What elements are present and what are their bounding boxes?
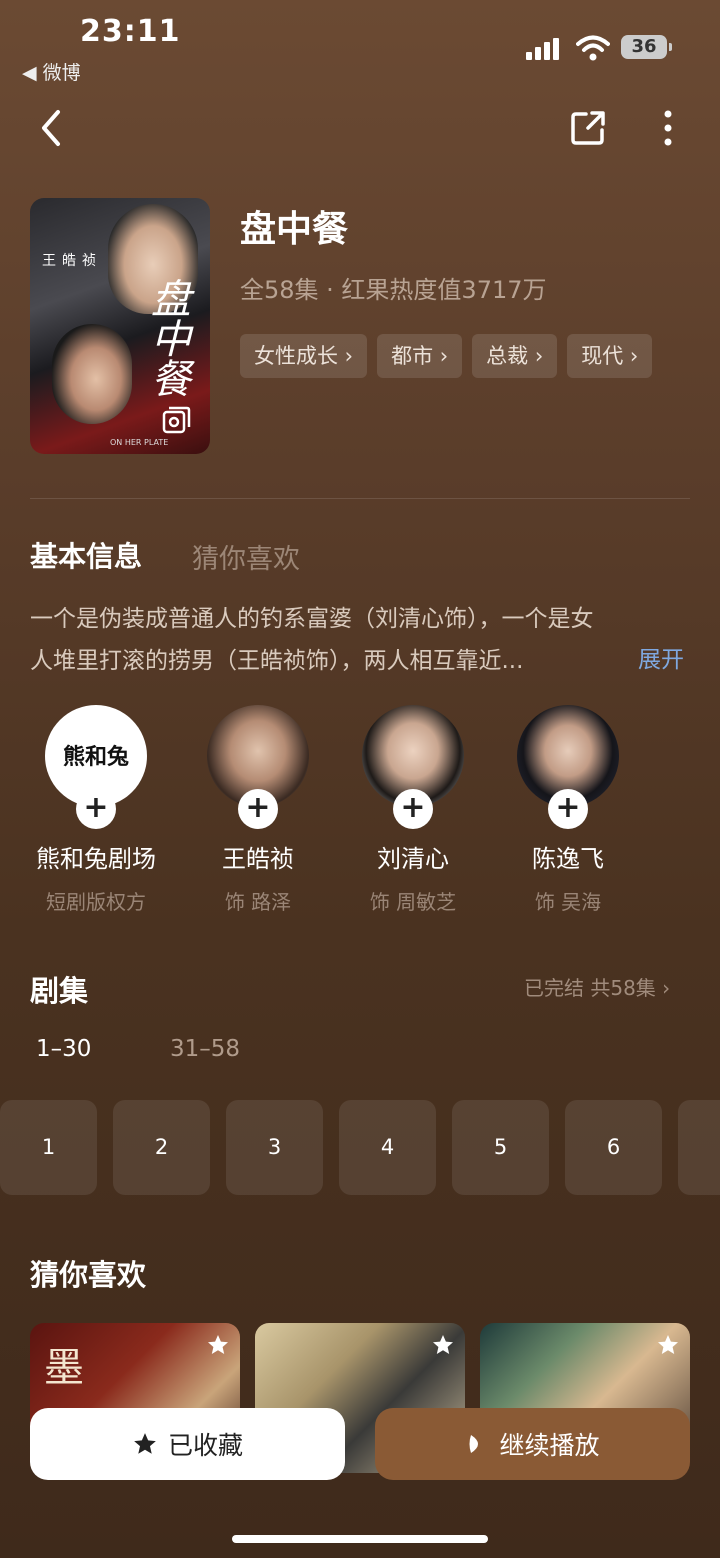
poster-subtitle: ON HER PLATE <box>110 438 169 447</box>
continue-play-button[interactable]: 继续播放 <box>375 1408 690 1480</box>
star-icon[interactable] <box>431 1333 455 1357</box>
avatar[interactable]: + <box>517 705 619 829</box>
cast-name: 陈逸飞 <box>532 845 604 873</box>
show-description: 一个是伪装成普通人的钓系富婆（刘清心饰），一个是女 人堆里打滚的捞男（王皓祯饰）… <box>30 598 690 682</box>
tag-female-growth[interactable]: 女性成长 › <box>240 334 368 378</box>
play-icon <box>469 1435 479 1453</box>
star-icon[interactable] <box>656 1333 680 1357</box>
episodes-title: 剧集 <box>30 974 89 1008</box>
tab-basic-info[interactable]: 基本信息 <box>30 535 142 575</box>
description-line-1: 一个是伪装成普通人的钓系富婆（刘清心饰），一个是女 <box>30 606 594 632</box>
episode-button[interactable]: 5 <box>452 1100 549 1195</box>
cast-name: 刘清心 <box>377 845 449 873</box>
studio-logo: 熊和兔 <box>62 745 129 770</box>
cast-item[interactable]: + 王皓祯 饰 路泽 <box>180 705 336 915</box>
episode-button-partial[interactable] <box>678 1100 720 1195</box>
episode-button[interactable]: 6 <box>565 1100 662 1195</box>
range-tab-31-58[interactable]: 31–58 <box>170 1036 240 1062</box>
show-poster[interactable]: 王皓祯 盘中餐 ON HER PLATE <box>30 198 210 454</box>
poster-title: 盘中餐 <box>144 278 190 398</box>
back-chevron-icon[interactable] <box>32 108 72 148</box>
favorite-button[interactable]: 已收藏 <box>30 1408 345 1480</box>
episode-button[interactable]: 3 <box>226 1100 323 1195</box>
cast-role: 饰 吴海 <box>534 890 602 914</box>
episode-button[interactable]: 1 <box>0 1100 97 1195</box>
avatar[interactable]: 熊和兔 + <box>45 705 147 829</box>
home-indicator <box>232 1535 488 1543</box>
continue-play-label: 继续播放 <box>499 1431 600 1460</box>
card-title-text: 墨 <box>44 1345 84 1391</box>
cast-item[interactable]: + 刘清心 饰 周敏芝 <box>335 705 491 915</box>
show-meta: 全58集 · 红果热度值3717万 <box>240 276 547 304</box>
follow-plus-icon[interactable]: + <box>76 789 116 829</box>
poster-actress-image <box>52 324 132 424</box>
range-tab-1-30[interactable]: 1–30 <box>36 1036 91 1062</box>
expand-link[interactable]: 展开 <box>638 640 684 674</box>
follow-plus-icon[interactable]: + <box>238 789 278 829</box>
wifi-icon <box>576 35 610 61</box>
tag-urban[interactable]: 都市 › <box>377 334 463 378</box>
cast-role: 饰 周敏芝 <box>369 890 457 914</box>
cast-role: 饰 路泽 <box>224 890 292 914</box>
favorite-label: 已收藏 <box>167 1431 243 1460</box>
tab-recommend[interactable]: 猜你喜欢 <box>192 537 300 576</box>
cast-role: 短剧版权方 <box>46 890 146 914</box>
cast-item[interactable]: + 陈逸飞 饰 吴海 <box>490 705 646 915</box>
tag-ceo[interactable]: 总裁 › <box>472 334 558 378</box>
share-icon[interactable] <box>568 108 608 148</box>
cast-name: 王皓祯 <box>222 845 294 873</box>
follow-plus-icon[interactable]: + <box>548 789 588 829</box>
back-to-app-link[interactable]: ◀ 微博 <box>22 58 81 85</box>
cast-name: 熊和兔剧场 <box>36 845 156 873</box>
tag-list: 女性成长 › 都市 › 总裁 › 现代 › <box>240 334 653 378</box>
poster-actor-name: 王皓祯 <box>42 253 102 269</box>
episodes-status-link[interactable]: 已完结 共58集 › <box>524 972 670 1001</box>
gallery-icon[interactable] <box>160 404 192 436</box>
avatar[interactable]: + <box>362 705 464 829</box>
tag-modern[interactable]: 现代 › <box>567 334 653 378</box>
episode-button[interactable]: 2 <box>113 1100 210 1195</box>
battery-indicator: 36 <box>621 35 672 59</box>
divider <box>30 498 690 499</box>
cast-item[interactable]: 熊和兔 + 熊和兔剧场 短剧版权方 <box>18 705 174 915</box>
more-options-icon[interactable] <box>648 108 688 148</box>
follow-plus-icon[interactable]: + <box>393 789 433 829</box>
recommend-title: 猜你喜欢 <box>30 1258 147 1292</box>
star-icon[interactable] <box>206 1333 230 1357</box>
show-title: 盘中餐 <box>240 209 349 250</box>
signal-icon <box>526 38 560 60</box>
episode-button[interactable]: 4 <box>339 1100 436 1195</box>
avatar[interactable]: + <box>207 705 309 829</box>
status-time: 23:11 <box>80 14 181 49</box>
star-filled-icon <box>134 1433 156 1454</box>
description-line-2: 人堆里打滚的捞男（王皓祯饰），两人相互靠近... <box>30 648 524 674</box>
